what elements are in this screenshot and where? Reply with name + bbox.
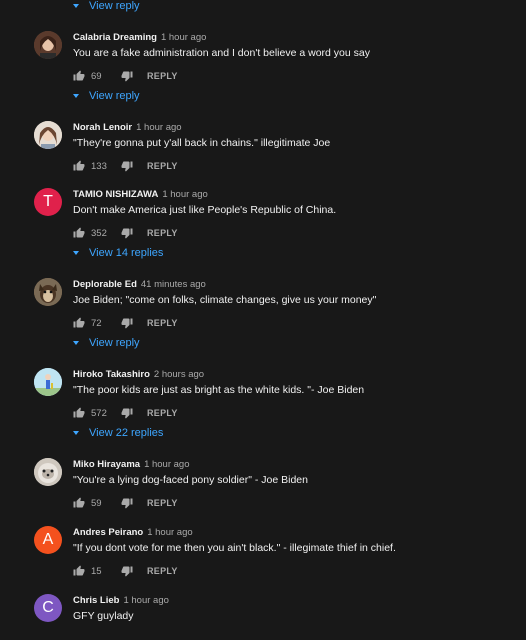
- avatar-letter[interactable]: A: [34, 526, 62, 554]
- avatar-letter[interactable]: C: [34, 594, 62, 622]
- like-count: 572: [91, 407, 107, 419]
- comment-header: Hiroko Takashiro 2 hours ago: [73, 369, 204, 380]
- comment-header: Deplorable Ed 41 minutes ago: [73, 279, 206, 290]
- caret-down-icon: [73, 431, 79, 435]
- caret-down-icon: [73, 4, 79, 8]
- comment-header: Norah Lenoir 1 hour ago: [73, 122, 182, 133]
- avatar-letter[interactable]: T: [34, 188, 62, 216]
- view-replies-link[interactable]: View reply: [73, 88, 140, 104]
- view-replies-label: View 14 replies: [89, 247, 164, 259]
- author-name[interactable]: Hiroko Takashiro: [73, 369, 150, 380]
- thumbs-down-icon[interactable]: [121, 317, 133, 329]
- comment-text: Joe Biden; "come on folks, climate chang…: [73, 294, 377, 306]
- author-name[interactable]: Deplorable Ed: [73, 279, 137, 290]
- like-count: 69: [91, 70, 102, 82]
- author-name[interactable]: TAMIO NISHIZAWA: [73, 189, 158, 200]
- comment-time[interactable]: 1 hour ago: [162, 189, 207, 200]
- comment-header: Chris Lieb 1 hour ago: [73, 595, 169, 606]
- author-name[interactable]: Norah Lenoir: [73, 122, 132, 133]
- view-replies-link[interactable]: View 14 replies: [73, 245, 163, 261]
- comment-text: GFY guylady: [73, 610, 134, 622]
- comment-text: "The poor kids are just as bright as the…: [73, 384, 365, 396]
- view-reply-label: View reply: [89, 0, 140, 12]
- comment-time[interactable]: 1 hour ago: [147, 527, 192, 538]
- comment-actions: 352 REPLY: [73, 226, 178, 240]
- thumbs-down-icon[interactable]: [121, 227, 133, 239]
- reply-button[interactable]: REPLY: [147, 71, 178, 81]
- thumbs-down-icon[interactable]: [121, 407, 133, 419]
- comment-time[interactable]: 41 minutes ago: [141, 279, 206, 290]
- thumbs-down-icon[interactable]: [121, 70, 133, 82]
- comment-text: "If you dont vote for me then you ain't …: [73, 542, 396, 554]
- caret-down-icon: [73, 341, 79, 345]
- caret-down-icon: [73, 251, 79, 255]
- view-replies-label: View 22 replies: [89, 427, 164, 439]
- comment-header: Andres Peirano 1 hour ago: [73, 527, 193, 538]
- like-count: 72: [91, 317, 102, 329]
- comment-actions: 15 REPLY: [73, 564, 178, 578]
- view-replies-label: View reply: [89, 90, 140, 102]
- thumbs-up-icon[interactable]: [73, 70, 85, 82]
- comment-actions: 133 REPLY: [73, 159, 178, 173]
- thumbs-up-icon[interactable]: [73, 565, 85, 577]
- reply-button[interactable]: REPLY: [147, 161, 178, 171]
- thumbs-down-icon[interactable]: [121, 497, 133, 509]
- author-name[interactable]: Calabria Dreaming: [73, 32, 157, 43]
- view-replies-link[interactable]: View 22 replies: [73, 425, 163, 441]
- like-count: 352: [91, 227, 107, 239]
- comment-text: "You're a lying dog-faced pony soldier" …: [73, 474, 308, 486]
- thumbs-up-icon[interactable]: [73, 317, 85, 329]
- comment-header: TAMIO NISHIZAWA 1 hour ago: [73, 189, 208, 200]
- reply-button[interactable]: REPLY: [147, 228, 178, 238]
- comment-actions: 572 REPLY: [73, 406, 178, 420]
- comment-time[interactable]: 1 hour ago: [123, 595, 168, 606]
- comment-time[interactable]: 1 hour ago: [161, 32, 206, 43]
- comment-header: Miko Hirayama 1 hour ago: [73, 459, 190, 470]
- like-count: 59: [91, 497, 102, 509]
- reply-button[interactable]: REPLY: [147, 318, 178, 328]
- avatar[interactable]: [34, 458, 62, 486]
- avatar[interactable]: [34, 368, 62, 396]
- reply-button[interactable]: REPLY: [147, 408, 178, 418]
- comment-time[interactable]: 1 hour ago: [136, 122, 181, 133]
- thumbs-down-icon[interactable]: [121, 160, 133, 172]
- avatar[interactable]: [34, 278, 62, 306]
- thumbs-down-icon[interactable]: [121, 565, 133, 577]
- thumbs-up-icon[interactable]: [73, 497, 85, 509]
- author-name[interactable]: Miko Hirayama: [73, 459, 140, 470]
- thumbs-up-icon[interactable]: [73, 227, 85, 239]
- comment-time[interactable]: 1 hour ago: [144, 459, 189, 470]
- view-reply-link[interactable]: View reply: [73, 0, 140, 14]
- comment-text: You are a fake administration and I don'…: [73, 47, 370, 59]
- comment-actions: 69 REPLY: [73, 69, 178, 83]
- view-replies-link[interactable]: View reply: [73, 335, 140, 351]
- avatar[interactable]: [34, 31, 62, 59]
- thumbs-up-icon[interactable]: [73, 160, 85, 172]
- comment-actions: 59 REPLY: [73, 496, 178, 510]
- view-replies-label: View reply: [89, 337, 140, 349]
- author-name[interactable]: Chris Lieb: [73, 595, 119, 606]
- avatar[interactable]: [34, 121, 62, 149]
- author-name[interactable]: Andres Peirano: [73, 527, 143, 538]
- thumbs-up-icon[interactable]: [73, 407, 85, 419]
- reply-button[interactable]: REPLY: [147, 566, 178, 576]
- comment-time[interactable]: 2 hours ago: [154, 369, 204, 380]
- like-count: 133: [91, 160, 107, 172]
- caret-down-icon: [73, 94, 79, 98]
- comment-text: Don't make America just like People's Re…: [73, 204, 337, 216]
- reply-button[interactable]: REPLY: [147, 498, 178, 508]
- like-count: 15: [91, 565, 102, 577]
- comment-actions: 72 REPLY: [73, 316, 178, 330]
- comment-header: Calabria Dreaming 1 hour ago: [73, 32, 206, 43]
- comment-text: "They're gonna put y'all back in chains.…: [73, 137, 331, 149]
